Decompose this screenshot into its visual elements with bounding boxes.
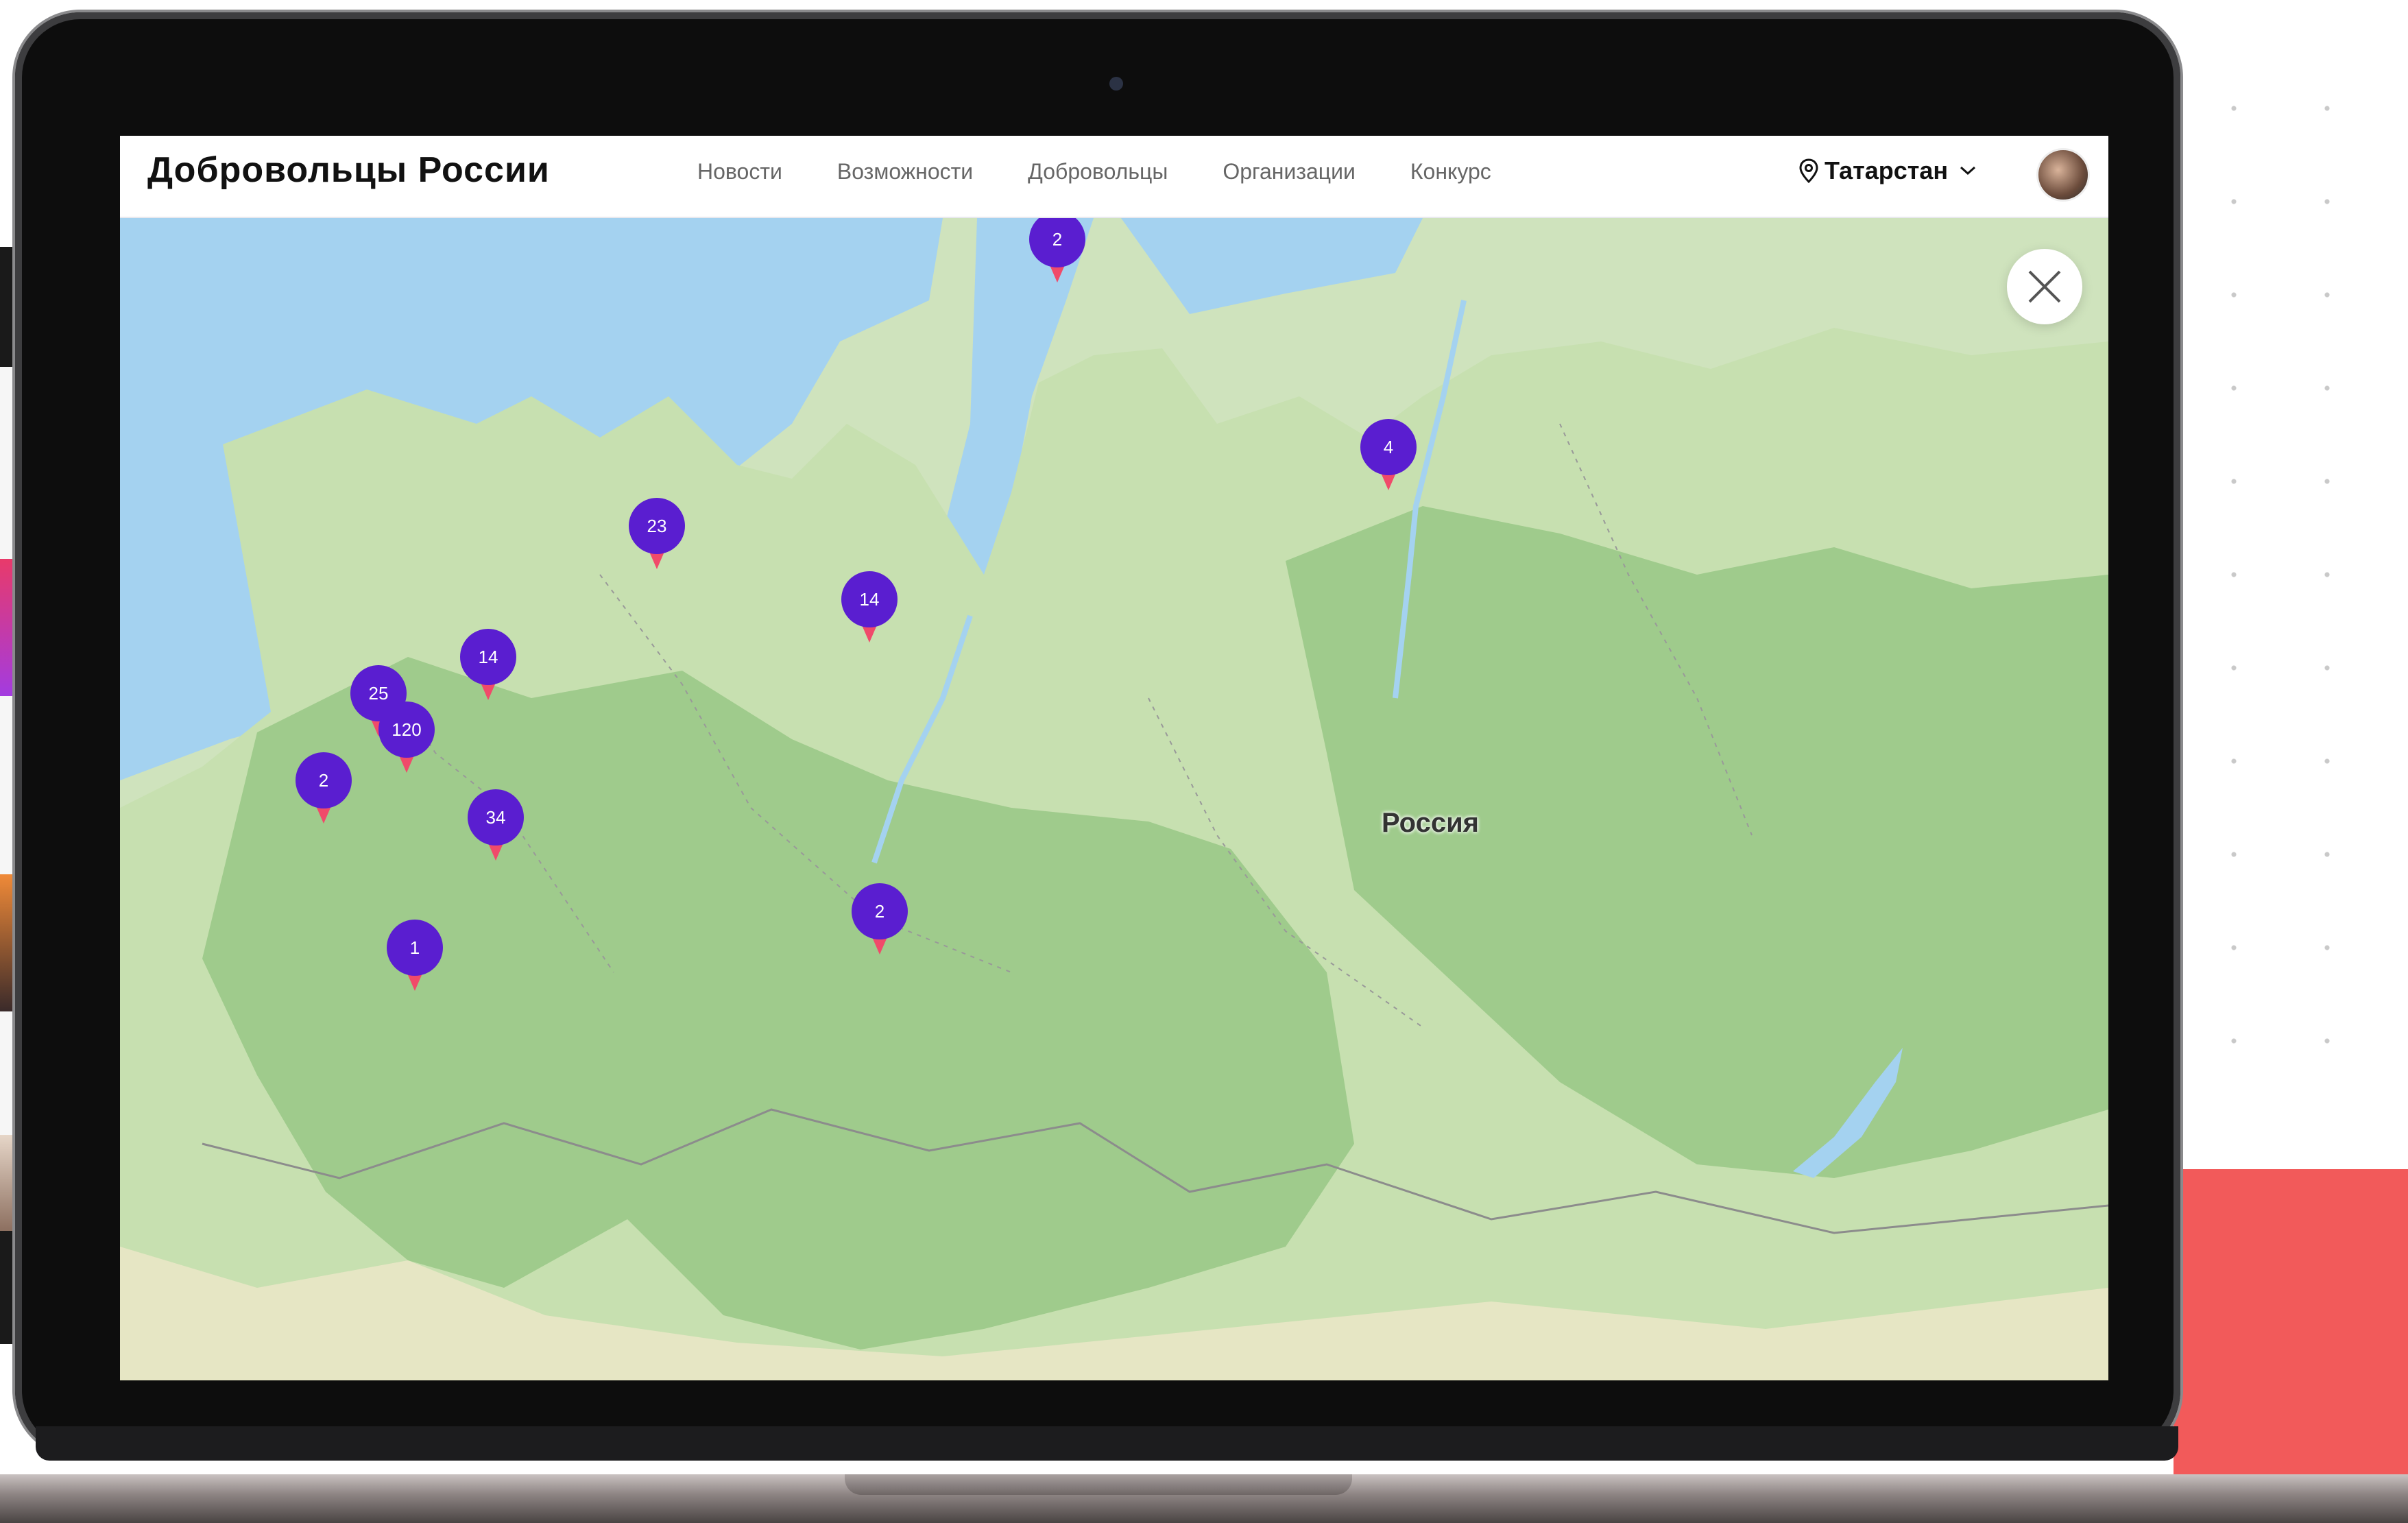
marker-count: 23: [629, 498, 685, 554]
marker-count: 4: [1360, 419, 1417, 475]
location-pin-icon: [1799, 158, 1818, 183]
map-background: [120, 218, 2108, 1380]
camera: [1109, 77, 1123, 91]
marker-count: 2: [1029, 218, 1085, 267]
user-avatar[interactable]: [2036, 148, 2090, 202]
marker-count: 120: [378, 701, 435, 758]
site-header: Добровольцы России Новости Возможности Д…: [120, 136, 2108, 218]
marker-count: 34: [468, 789, 524, 846]
close-map-button[interactable]: [2007, 249, 2082, 324]
map-marker[interactable]: 14: [841, 571, 898, 643]
map-marker[interactable]: 120: [378, 701, 435, 773]
map-marker[interactable]: 1: [387, 920, 443, 991]
map-marker[interactable]: 2: [1029, 218, 1085, 283]
marker-count: 1: [387, 920, 443, 976]
map-marker[interactable]: 2: [852, 883, 908, 955]
region-label: Татарстан: [1825, 156, 1949, 184]
region-selector[interactable]: Татарстан: [1798, 156, 1982, 185]
site-logo[interactable]: Добровольцы России: [147, 149, 550, 191]
nav-organizations[interactable]: Организации: [1223, 159, 1356, 184]
marker-count: 14: [841, 571, 898, 627]
nav-news[interactable]: Новости: [697, 159, 782, 184]
country-label: Россия: [1382, 808, 1480, 838]
map-marker[interactable]: 34: [468, 789, 524, 861]
main-nav: Новости Возможности Добровольцы Организа…: [697, 159, 1546, 184]
marker-count: 2: [852, 883, 908, 939]
close-icon: [2028, 270, 2061, 303]
nav-contest[interactable]: Конкурс: [1410, 159, 1491, 184]
screen: Добровольцы России Новости Возможности Д…: [120, 136, 2108, 1380]
chevron-down-icon: [1960, 166, 1976, 176]
laptop-hinge-notch: [845, 1474, 1352, 1495]
laptop-chin: [36, 1426, 2178, 1461]
nav-opportunities[interactable]: Возможности: [837, 159, 973, 184]
map-marker[interactable]: 2: [296, 752, 352, 824]
map-view[interactable]: Россия 2 4 23 14 14 25 120 2 34 2 1: [120, 218, 2108, 1380]
nav-volunteers[interactable]: Добровольцы: [1028, 159, 1168, 184]
decorative-dots: [2187, 62, 2408, 1131]
map-marker[interactable]: 14: [460, 629, 516, 700]
map-marker[interactable]: 4: [1360, 419, 1417, 490]
laptop-frame: Добровольцы России Новости Возможности Д…: [15, 12, 2180, 1461]
decorative-red-block: [2174, 1169, 2408, 1523]
map-marker[interactable]: 23: [629, 498, 685, 569]
marker-count: 2: [296, 752, 352, 808]
marker-count: 14: [460, 629, 516, 685]
